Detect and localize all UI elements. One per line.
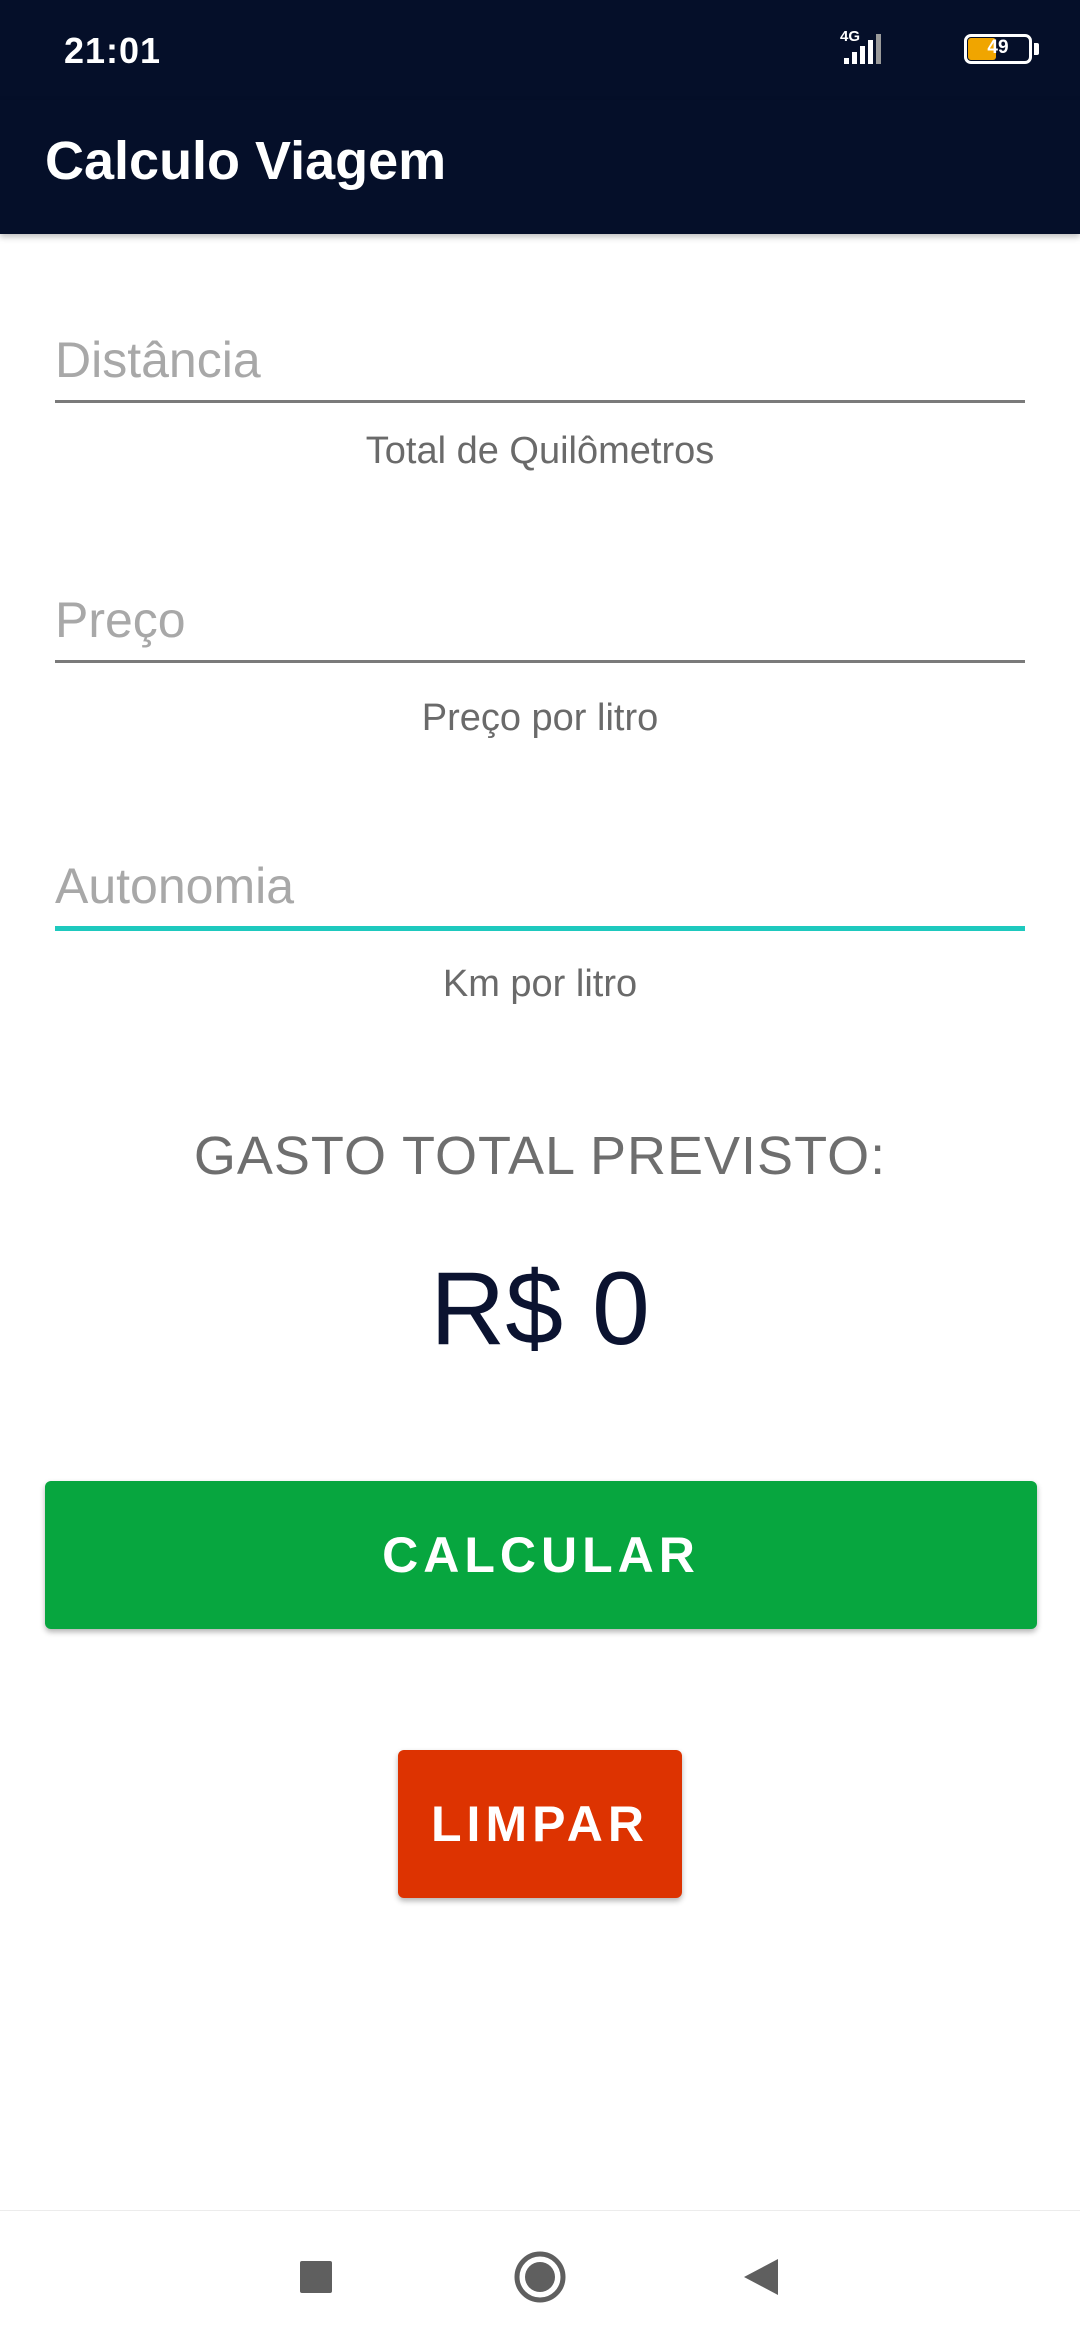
square-stop-icon[interactable] bbox=[284, 2245, 348, 2309]
battery-level-text: 49 bbox=[987, 37, 1009, 58]
autonomy-input[interactable] bbox=[55, 846, 1025, 926]
distance-underline bbox=[55, 400, 1025, 403]
system-nav-bar bbox=[0, 2210, 1080, 2340]
app-screen: 21:01 4G 49 Calculo Viagem Total de Quil bbox=[0, 0, 1080, 2340]
autonomy-helper-text: Km por litro bbox=[442, 963, 638, 1005]
triangle-back-icon[interactable] bbox=[730, 2245, 794, 2309]
total-cost-value: R$ 0 bbox=[430, 1251, 650, 1367]
distance-field[interactable] bbox=[55, 320, 1025, 403]
circle-home-icon[interactable] bbox=[508, 2245, 572, 2309]
distance-input[interactable] bbox=[55, 320, 1025, 400]
autonomy-field[interactable] bbox=[55, 846, 1025, 931]
calculate-button[interactable]: CALCULAR bbox=[45, 1481, 1037, 1629]
price-field[interactable] bbox=[55, 580, 1025, 663]
total-cost-label: GASTO TOTAL PREVISTO: bbox=[193, 1126, 887, 1186]
status-bar: 21:01 4G 49 bbox=[0, 0, 1080, 100]
price-input[interactable] bbox=[55, 580, 1025, 660]
distance-helper-text: Total de Quilômetros bbox=[365, 430, 715, 472]
status-time: 21:01 bbox=[64, 30, 162, 71]
signal-strength-icon bbox=[844, 34, 881, 64]
page-title: Calculo Viagem bbox=[45, 131, 447, 191]
price-helper-text: Preço por litro bbox=[421, 697, 659, 739]
app-toolbar: Calculo Viagem bbox=[0, 100, 1080, 234]
clear-button[interactable]: LIMPAR bbox=[398, 1750, 682, 1898]
battery-icon: 49 bbox=[964, 34, 1040, 64]
price-underline bbox=[55, 660, 1025, 663]
autonomy-underline bbox=[55, 926, 1025, 931]
battery-cap bbox=[1034, 43, 1039, 55]
